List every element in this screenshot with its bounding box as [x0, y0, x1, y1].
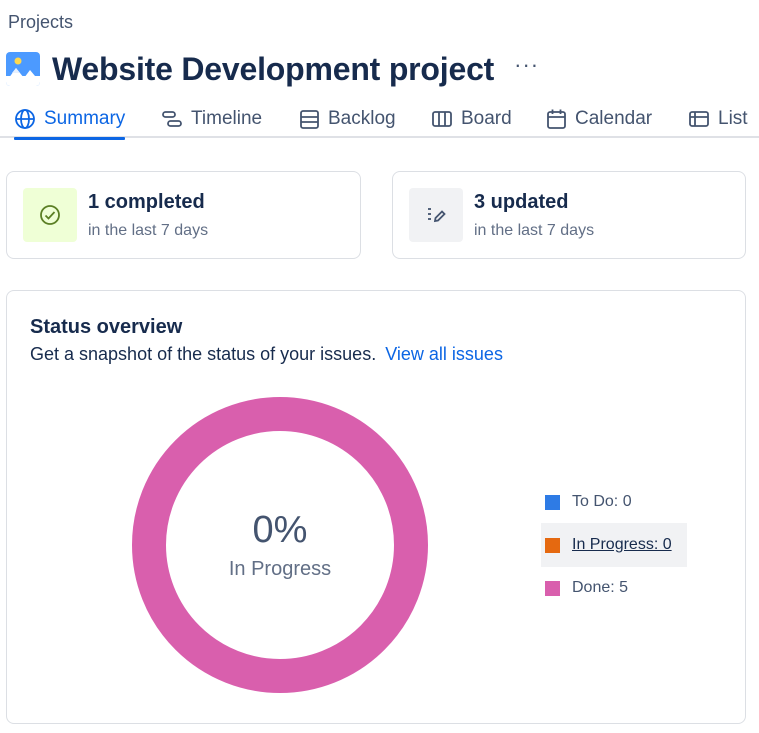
status-overview-panel: Status overview Get a snapshot of the st… — [6, 290, 746, 724]
tab-summary[interactable]: Summary — [14, 100, 126, 140]
stat-title: 3 updated — [474, 191, 569, 213]
stat-subtitle: in the last 7 days — [88, 222, 209, 239]
backlog-icon — [300, 109, 319, 129]
legend-label: In Progress: 0 — [572, 536, 672, 553]
project-tabs: Summary Timeline Backlog Board Calendar … — [0, 100, 759, 140]
view-all-issues-link[interactable]: View all issues — [385, 344, 503, 364]
legend-item-to-do[interactable]: To Do: 0 — [541, 480, 687, 524]
breadcrumb[interactable]: Projects — [8, 12, 73, 33]
stat-title: 1 completed — [88, 191, 205, 213]
title-row: Website Development project ··· — [6, 50, 539, 88]
tab-label: List — [718, 108, 748, 129]
check-circle-icon — [23, 188, 77, 242]
page-title: Website Development project — [52, 50, 495, 87]
legend-swatch — [545, 494, 560, 510]
stat-subtitle: in the last 7 days — [474, 222, 595, 239]
tab-label: Timeline — [191, 108, 263, 129]
legend-label: To Do: 0 — [572, 493, 632, 510]
legend-item-done[interactable]: Done: 5 — [541, 566, 687, 610]
legend-item-in-progress[interactable]: In Progress: 0 — [541, 523, 687, 567]
project-avatar-icon — [6, 52, 40, 86]
tab-label: Backlog — [328, 108, 396, 129]
panel-description: Get a snapshot of the status of your iss… — [30, 344, 503, 365]
tab-list[interactable]: List — [688, 100, 748, 138]
completed-stat-card[interactable]: 1 completed in the last 7 days — [6, 171, 361, 259]
tab-label: Calendar — [575, 108, 653, 129]
tab-timeline[interactable]: Timeline — [161, 100, 262, 138]
timeline-icon — [162, 111, 182, 127]
tab-calendar[interactable]: Calendar — [546, 100, 652, 138]
globe-icon — [15, 109, 35, 129]
tab-backlog[interactable]: Backlog — [299, 100, 396, 138]
calendar-icon — [547, 109, 566, 129]
legend-swatch — [545, 537, 560, 553]
board-icon — [432, 111, 452, 127]
donut-percent: 0% — [252, 509, 308, 551]
updated-stat-card[interactable]: 3 updated in the last 7 days — [392, 171, 746, 259]
list-icon — [689, 111, 709, 127]
tab-label: Board — [461, 108, 512, 129]
panel-title: Status overview — [30, 316, 183, 338]
donut-center: 0% In Progress — [131, 396, 429, 694]
more-actions-button[interactable]: ··· — [514, 54, 539, 76]
edit-list-icon — [409, 188, 463, 242]
donut-label: In Progress — [228, 558, 332, 580]
tab-board[interactable]: Board — [431, 100, 512, 138]
description-text: Get a snapshot of the status of your iss… — [30, 344, 377, 364]
legend-label: Done: 5 — [572, 579, 629, 596]
legend-swatch — [545, 580, 560, 596]
tab-label: Summary — [44, 108, 126, 129]
